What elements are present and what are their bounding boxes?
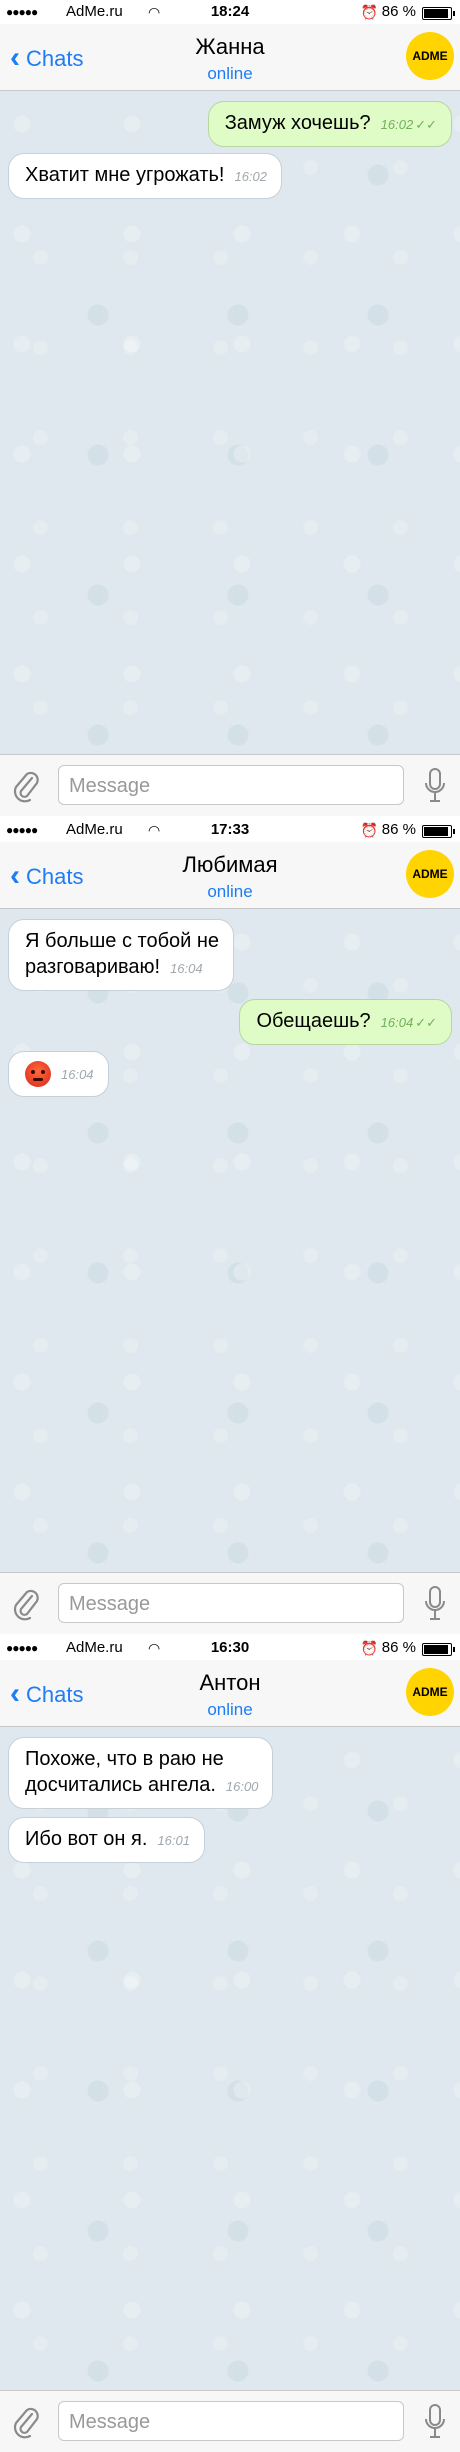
contact-name[interactable]: Любимая <box>0 852 460 878</box>
contact-name[interactable]: Жанна <box>0 34 460 60</box>
message-bubble-outgoing[interactable]: Обещаешь? 16:04 ✓✓ <box>239 999 452 1045</box>
chat-header: ‹ Chats Любимая online ADME <box>0 842 460 909</box>
angry-face-emoji-icon <box>25 1060 51 1087</box>
message-time: 16:02 <box>380 117 414 132</box>
message-time: 16:01 <box>157 1833 190 1848</box>
message-time: 16:04 <box>170 961 203 976</box>
contact-name[interactable]: Антон <box>0 1670 460 1696</box>
input-bar: Message <box>0 2390 460 2452</box>
microphone-icon[interactable] <box>424 767 446 805</box>
double-check-icon: ✓✓ <box>415 117 437 132</box>
message-bubble-incoming[interactable]: Похоже, что в раю не досчитались ангела.… <box>8 1737 274 1809</box>
avatar[interactable]: ADME <box>406 32 454 80</box>
message-text: Обещаешь? <box>256 1010 371 1032</box>
message-bubble-incoming[interactable]: 16:04 <box>8 1051 109 1097</box>
battery-percent: 86 % <box>381 3 416 20</box>
chat-screen-3: ●●●●● AdMe.ru ◠ 16:30 ⏰ 86 % ‹ Chats Анто… <box>0 1636 460 2452</box>
message-text-line: Похоже, что в раю не <box>25 1748 224 1770</box>
message-text-line: разговариваю! <box>25 956 161 978</box>
battery-icon <box>422 7 455 20</box>
paperclip-icon[interactable] <box>12 2405 40 2439</box>
chat-screen-2: ●●●●● AdMe.ru ◠ 17:33 ⏰ 86 % ‹ Chats Люби… <box>0 818 460 1634</box>
alarm-icon: ⏰ <box>360 1640 378 1656</box>
contact-status: online <box>207 1700 253 1719</box>
contact-status: online <box>207 64 253 83</box>
message-bubble-outgoing[interactable]: Замуж хочешь? 16:02 ✓✓ <box>207 101 452 147</box>
status-bar: ●●●●● AdMe.ru ◠ 16:30 ⏰ 86 % <box>0 1636 460 1660</box>
battery-icon <box>422 1643 455 1656</box>
message-bubble-incoming[interactable]: Хватит мне угрожать! 16:02 <box>8 153 283 199</box>
chat-screen-1: ●●●●● AdMe.ru ◠ 18:24 ⏰ 86 % ‹ Chats Жанн… <box>0 0 460 816</box>
status-bar: ●●●●● AdMe.ru ◠ 18:24 ⏰ 86 % <box>0 0 460 24</box>
message-time: 16:00 <box>225 1779 259 1794</box>
input-bar: Message <box>0 1572 460 1634</box>
chat-header: ‹ Chats Антон online ADME <box>0 1660 460 1727</box>
battery-percent: 86 % <box>381 1639 416 1656</box>
message-time: 16:04 <box>61 1067 94 1082</box>
paperclip-icon[interactable] <box>12 769 40 803</box>
alarm-icon: ⏰ <box>360 822 378 838</box>
contact-status: online <box>207 882 253 901</box>
alarm-icon: ⏰ <box>360 4 378 20</box>
avatar[interactable]: ADME <box>406 1668 454 1716</box>
message-time: 16:04 <box>380 1015 414 1030</box>
message-text-line: досчитались ангела. <box>25 1774 216 1796</box>
message-text: Замуж хочешь? <box>224 112 371 134</box>
message-input[interactable]: Message <box>58 2401 404 2441</box>
message-bubble-incoming[interactable]: Я больше с тобой не разговариваю! 16:04 <box>8 919 235 991</box>
message-list: Похоже, что в раю не досчитались ангела.… <box>0 1727 460 2390</box>
message-input[interactable]: Message <box>58 1583 404 1623</box>
paperclip-icon[interactable] <box>12 1587 40 1621</box>
message-list: Замуж хочешь? 16:02 ✓✓ Хватит мне угрожать… <box>0 91 460 754</box>
microphone-icon[interactable] <box>424 1585 446 1623</box>
status-bar: ●●●●● AdMe.ru ◠ 17:33 ⏰ 86 % <box>0 818 460 842</box>
input-bar: Message <box>0 754 460 816</box>
message-text: Хватит мне угрожать! <box>25 164 225 186</box>
battery-percent: 86 % <box>381 821 416 838</box>
microphone-icon[interactable] <box>424 2403 446 2441</box>
message-text: Ибо вот он я. <box>25 1828 148 1850</box>
avatar[interactable]: ADME <box>406 850 454 898</box>
message-bubble-incoming[interactable]: Ибо вот он я. 16:01 <box>8 1817 205 1863</box>
double-check-icon: ✓✓ <box>415 1015 437 1030</box>
message-input[interactable]: Message <box>58 765 404 805</box>
message-text-line: Я больше с тобой не <box>25 930 220 952</box>
message-list: Я больше с тобой не разговариваю! 16:04 О… <box>0 909 460 1572</box>
chat-header: ‹ Chats Жанна online ADME <box>0 24 460 91</box>
message-time: 16:02 <box>234 169 268 184</box>
battery-icon <box>422 825 455 838</box>
